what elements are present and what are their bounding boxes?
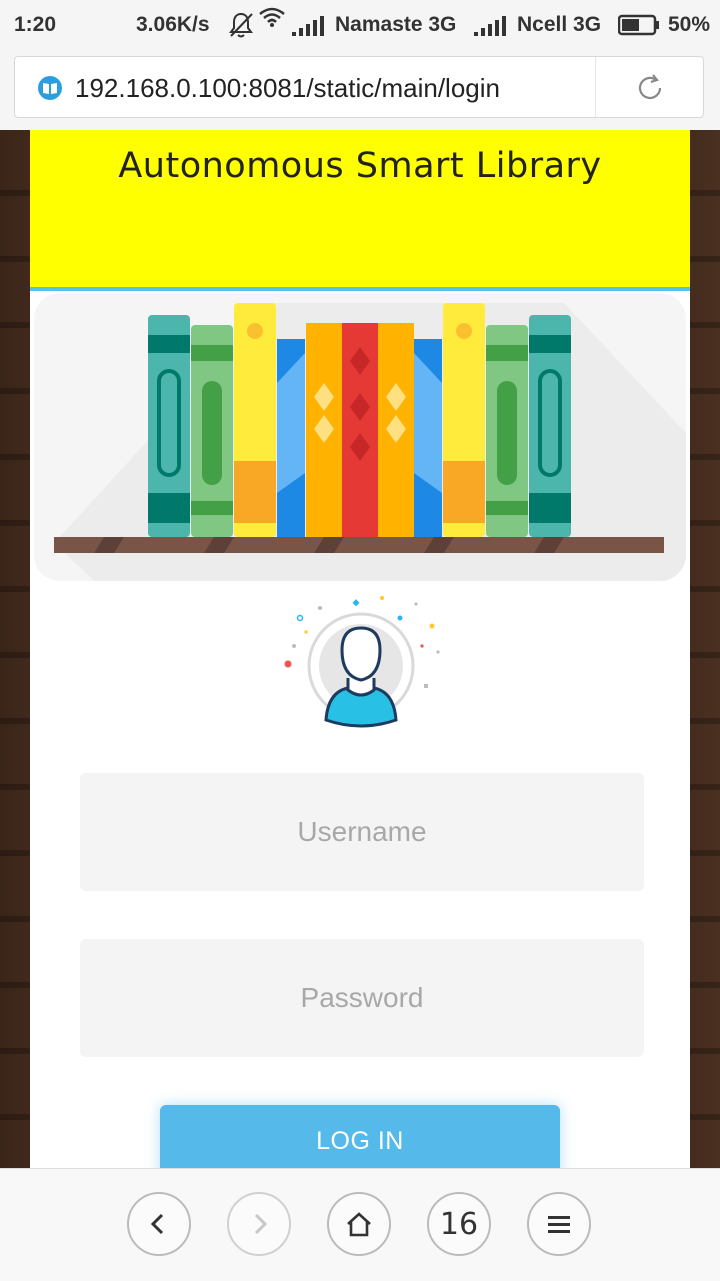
mute-bell-icon	[229, 12, 253, 38]
browser-toolbar: 192.168.0.100:8081/static/main/login	[0, 50, 720, 131]
user-avatar-icon	[284, 596, 440, 728]
home-button[interactable]	[327, 1192, 391, 1256]
status-carrier-2: Ncell 3G	[517, 13, 602, 36]
status-net-speed: 3.06K/s	[136, 13, 210, 36]
site-header: Autonomous Smart Library	[30, 130, 690, 291]
login-button[interactable]: LOG IN	[160, 1105, 560, 1168]
login-card: Autonomous Smart Library Username LOG IN	[30, 130, 690, 1168]
tab-count: 16	[439, 1207, 479, 1242]
url-separator	[595, 57, 596, 117]
status-battery-percent: 50%	[668, 13, 711, 36]
signal-icon	[474, 16, 506, 36]
forward-icon	[254, 1213, 268, 1235]
home-icon	[347, 1212, 371, 1237]
status-carrier-1: Namaste 3G	[335, 13, 457, 36]
tabs-button[interactable]: 16	[427, 1192, 491, 1256]
status-bar: 1:20 3.06K/s Namaste 3G Ncell 3G 50%	[0, 0, 720, 50]
menu-icon	[548, 1216, 570, 1233]
status-time: 1:20	[14, 13, 57, 36]
page-title: Autonomous Smart Library	[118, 146, 602, 186]
browser-bottom-nav: 16	[0, 1168, 720, 1281]
username-input[interactable]	[80, 773, 644, 891]
url-text[interactable]: 192.168.0.100:8081/static/main/login	[75, 73, 500, 104]
menu-button[interactable]	[527, 1192, 591, 1256]
password-input[interactable]	[80, 939, 644, 1057]
reload-icon[interactable]	[635, 73, 665, 103]
forward-button[interactable]	[227, 1192, 291, 1256]
battery-icon	[618, 14, 659, 36]
site-book-icon	[38, 76, 62, 100]
back-button[interactable]	[127, 1192, 191, 1256]
address-bar[interactable]: 192.168.0.100:8081/static/main/login	[14, 56, 704, 118]
signal-icon	[292, 16, 324, 36]
bookshelf-illustration	[34, 293, 686, 581]
back-icon	[150, 1213, 164, 1235]
wifi-icon	[259, 7, 285, 27]
